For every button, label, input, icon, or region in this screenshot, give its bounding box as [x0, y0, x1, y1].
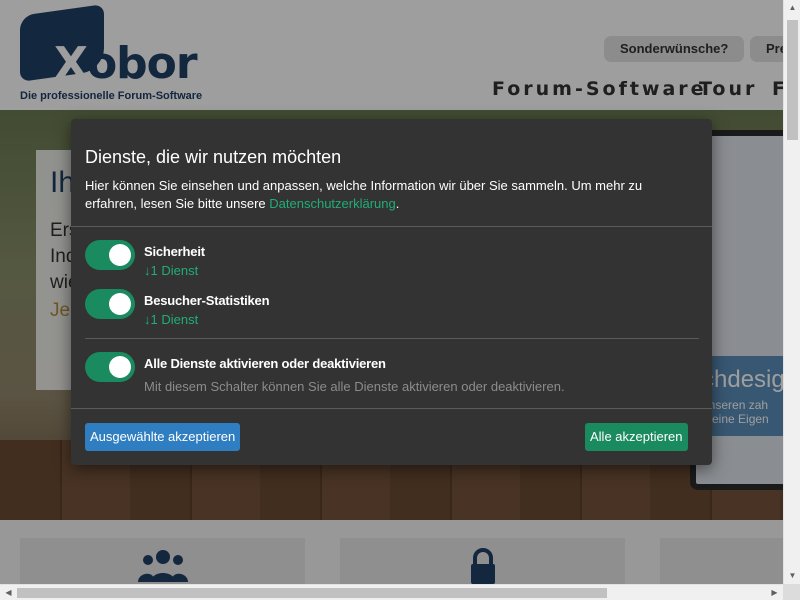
privacy-policy-link[interactable]: Datenschutzerklärung: [269, 196, 395, 211]
divider-top: [71, 226, 712, 227]
scrollbar-corner: [783, 584, 800, 600]
toggle-knob: [109, 356, 131, 378]
scroll-down-arrow-icon[interactable]: ▼: [784, 568, 800, 584]
vertical-scroll-thumb[interactable]: [787, 20, 798, 140]
vertical-scrollbar[interactable]: ▲ ▼: [783, 0, 800, 584]
accept-all-button[interactable]: Alle akzeptieren: [585, 423, 688, 451]
modal-title: Dienste, die wir nutzen möchten: [85, 147, 342, 167]
toggle-knob: [109, 293, 131, 315]
purpose-services-sicherheit[interactable]: ↓1 Dienst: [144, 263, 198, 278]
divider-middle: [85, 338, 699, 339]
consent-modal: Dienste, die wir nutzen möchten Hier kön…: [71, 119, 712, 465]
horizontal-scroll-thumb[interactable]: [17, 588, 607, 598]
toggle-besucher-statistiken[interactable]: [85, 289, 135, 319]
toggle-all-services[interactable]: [85, 352, 135, 382]
purpose-label-sicherheit[interactable]: Sicherheit: [144, 244, 205, 259]
toggle-sicherheit[interactable]: [85, 240, 135, 270]
accept-selected-button[interactable]: Ausgewählte akzeptieren: [85, 423, 241, 451]
modal-description: Hier können Sie einsehen und anpassen, w…: [85, 177, 695, 213]
scroll-left-arrow-icon[interactable]: ◀: [0, 585, 17, 600]
toggle-all-label[interactable]: Alle Dienste aktivieren oder deaktiviere…: [144, 356, 386, 371]
description-end: .: [395, 196, 400, 211]
scroll-right-arrow-icon[interactable]: ▶: [766, 585, 783, 600]
horizontal-scrollbar[interactable]: ◀ ▶: [0, 584, 783, 600]
scroll-up-arrow-icon[interactable]: ▲: [784, 0, 800, 16]
toggle-knob: [109, 244, 131, 266]
purpose-services-besucher-statistiken[interactable]: ↓1 Dienst: [144, 312, 198, 327]
purpose-label-besucher-statistiken[interactable]: Besucher-Statistiken: [144, 293, 270, 308]
toggle-all-description: Mit diesem Schalter können Sie alle Dien…: [144, 379, 565, 394]
divider-bottom: [71, 408, 712, 409]
